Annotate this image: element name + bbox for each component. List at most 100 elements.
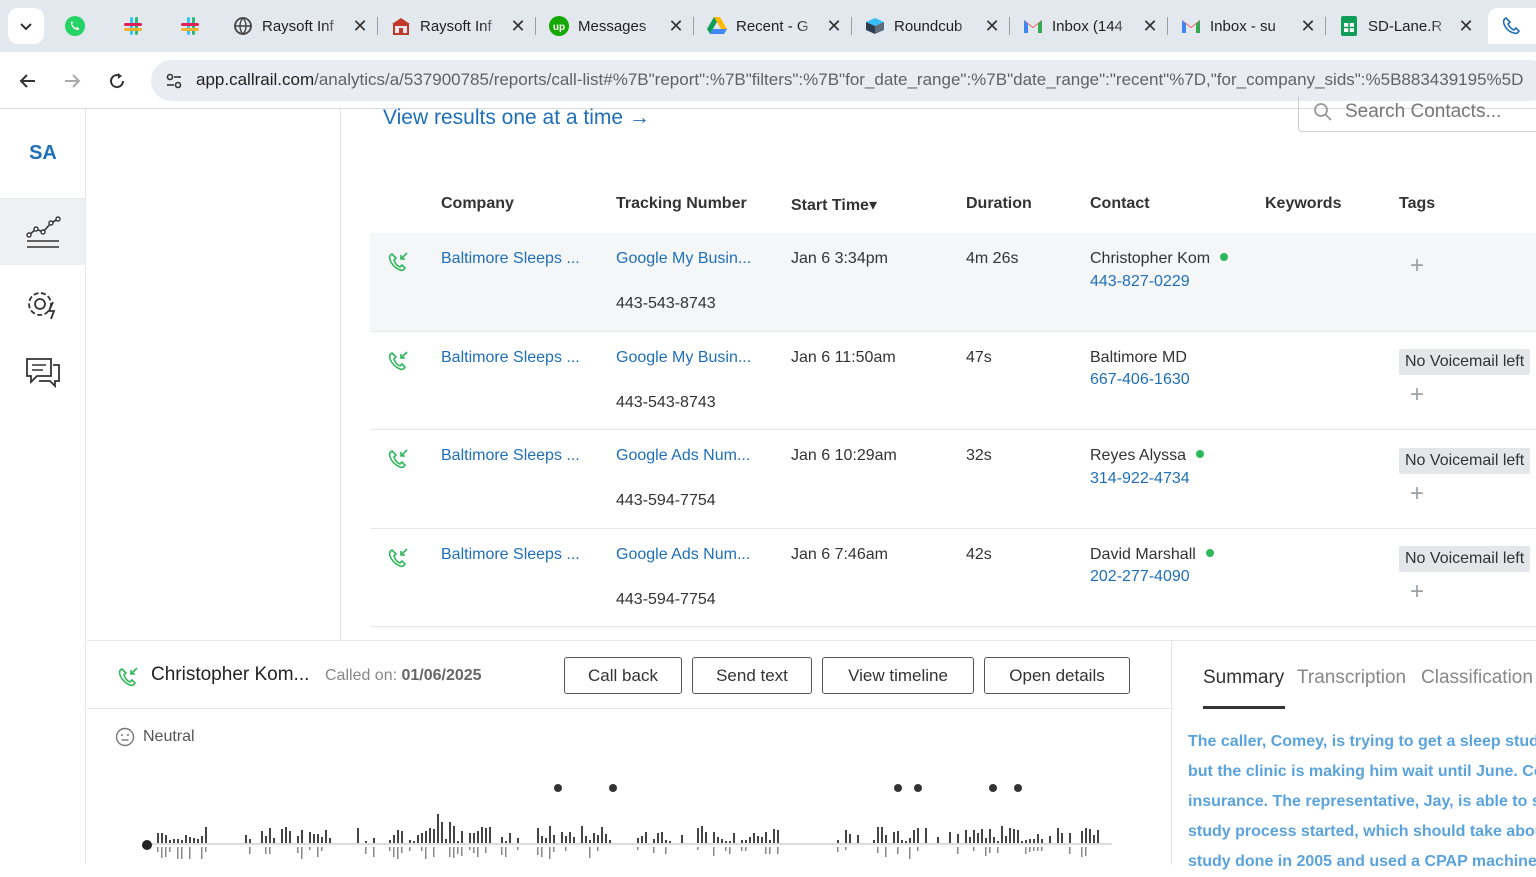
add-tag-button[interactable]: + bbox=[1410, 383, 1424, 407]
contact-name[interactable]: Baltimore MD bbox=[1090, 349, 1187, 367]
table-row[interactable]: Baltimore Sleeps ... Google My Busin... … bbox=[370, 233, 1536, 332]
waveform-bar bbox=[777, 830, 779, 843]
pinned-tab-slack-1[interactable] bbox=[120, 13, 146, 39]
contact-phone-link[interactable]: 443-827-0229 bbox=[1090, 273, 1190, 291]
tab-roundcube[interactable]: Roundcub ✕ bbox=[852, 8, 1008, 44]
tracking-source-link[interactable]: Google My Busin... bbox=[616, 349, 751, 367]
close-icon[interactable]: ✕ bbox=[350, 16, 370, 36]
tab-classification[interactable]: Classification bbox=[1421, 667, 1533, 689]
waveform-bar-secondary bbox=[1037, 847, 1039, 851]
waveform-bar-secondary bbox=[421, 847, 423, 851]
waveform-bar-secondary bbox=[653, 847, 655, 853]
tab-gmail-1[interactable]: Inbox (144 ✕ bbox=[1010, 8, 1166, 44]
tracking-source-link[interactable]: Google My Busin... bbox=[616, 250, 751, 268]
column-header-contact[interactable]: Contact bbox=[1090, 195, 1150, 213]
waveform-bar bbox=[1029, 839, 1031, 843]
url-text[interactable]: app.callrail.com/analytics/a/537900785/r… bbox=[196, 70, 1523, 90]
company-link[interactable]: Baltimore Sleeps ... bbox=[441, 447, 580, 465]
waveform-bar bbox=[669, 841, 671, 843]
contact-name[interactable]: Reyes Alyssa bbox=[1090, 447, 1205, 465]
back-button[interactable] bbox=[11, 64, 45, 98]
waveform-marker[interactable] bbox=[554, 784, 562, 792]
waveform-marker[interactable] bbox=[894, 784, 902, 792]
add-tag-button[interactable]: + bbox=[1410, 580, 1424, 604]
sidebar-item-settings[interactable] bbox=[0, 271, 85, 337]
column-header-company[interactable]: Company bbox=[441, 195, 514, 213]
table-row[interactable]: Baltimore Sleeps ... Google Ads Num... 4… bbox=[370, 430, 1536, 529]
waveform-bar bbox=[741, 840, 743, 843]
playhead-handle[interactable] bbox=[142, 840, 152, 850]
site-info-icon[interactable] bbox=[161, 68, 187, 94]
call-back-button[interactable]: Call back bbox=[564, 657, 682, 694]
contact-phone-link[interactable]: 202-277-4090 bbox=[1090, 568, 1190, 586]
waveform-marker[interactable] bbox=[609, 784, 617, 792]
open-details-button[interactable]: Open details bbox=[984, 657, 1130, 694]
contact-name[interactable]: Christopher Kom bbox=[1090, 250, 1229, 268]
table-row[interactable]: Baltimore Sleeps ... Google Ads Num... 4… bbox=[370, 529, 1536, 627]
tab-google-drive[interactable]: Recent - G ✕ bbox=[694, 8, 850, 44]
company-link[interactable]: Baltimore Sleeps ... bbox=[441, 349, 580, 367]
waveform-marker[interactable] bbox=[1014, 784, 1022, 792]
add-tag-button[interactable]: + bbox=[1410, 254, 1424, 278]
tab-summary[interactable]: Summary bbox=[1203, 667, 1284, 689]
column-header-duration[interactable]: Duration bbox=[966, 195, 1032, 213]
column-header-tags[interactable]: Tags bbox=[1399, 195, 1435, 213]
contact-phone-link[interactable]: 667-406-1630 bbox=[1090, 371, 1190, 389]
contact-phone-link[interactable]: 314-922-4734 bbox=[1090, 470, 1190, 488]
tag-pill[interactable]: No Voicemail left bbox=[1399, 349, 1531, 375]
close-icon[interactable]: ✕ bbox=[508, 16, 528, 36]
tab-search-button[interactable] bbox=[8, 8, 44, 44]
tab-callrail-active[interactable] bbox=[1488, 8, 1536, 44]
table-row[interactable]: Baltimore Sleeps ... Google My Busin... … bbox=[370, 332, 1536, 430]
tab-google-sheets[interactable]: SD-Lane.R ✕ bbox=[1326, 8, 1482, 44]
waveform-bar bbox=[609, 840, 611, 843]
reload-button[interactable] bbox=[100, 64, 134, 98]
tab-raysoft-2[interactable]: Raysoft Inf ✕ bbox=[378, 8, 534, 44]
address-bar[interactable]: app.callrail.com/analytics/a/537900785/r… bbox=[151, 60, 1536, 101]
waveform-bar bbox=[717, 837, 719, 843]
view-timeline-button[interactable]: View timeline bbox=[822, 657, 974, 694]
tab-title: Roundcub bbox=[894, 17, 963, 35]
close-icon[interactable]: ✕ bbox=[1140, 16, 1160, 36]
tab-messages[interactable]: up Messages ✕ bbox=[536, 8, 692, 44]
waveform-marker[interactable] bbox=[989, 784, 997, 792]
close-icon[interactable]: ✕ bbox=[824, 16, 844, 36]
close-icon[interactable]: ✕ bbox=[982, 16, 1002, 36]
column-header-keywords[interactable]: Keywords bbox=[1265, 195, 1341, 213]
upwork-icon: up bbox=[548, 15, 570, 37]
tracking-source-link[interactable]: Google Ads Num... bbox=[616, 447, 750, 465]
duration: 47s bbox=[966, 349, 992, 366]
close-icon[interactable]: ✕ bbox=[1298, 16, 1318, 36]
add-tag-button[interactable]: + bbox=[1410, 482, 1424, 506]
company-link[interactable]: Baltimore Sleeps ... bbox=[441, 546, 580, 564]
tag-pill[interactable]: No Voicemail left bbox=[1399, 448, 1531, 474]
analytics-icon bbox=[25, 216, 61, 248]
column-header-tracking-number[interactable]: Tracking Number bbox=[616, 195, 747, 213]
pinned-tab-whatsapp[interactable] bbox=[62, 13, 88, 39]
column-header-start-time[interactable]: Start Time▾ bbox=[791, 195, 877, 215]
account-logo[interactable]: SA bbox=[0, 109, 86, 199]
close-icon[interactable]: ✕ bbox=[666, 16, 686, 36]
tab-title: Messages bbox=[578, 17, 647, 35]
audio-waveform[interactable] bbox=[137, 779, 1117, 869]
waveform-bar-secondary bbox=[461, 847, 463, 856]
contact-name[interactable]: David Marshall bbox=[1090, 546, 1214, 564]
send-text-button[interactable]: Send text bbox=[692, 657, 812, 694]
view-results-one-at-a-time-link[interactable]: View results one at a time → bbox=[383, 106, 650, 130]
sidebar-item-conversations[interactable] bbox=[0, 339, 85, 405]
waveform-marker[interactable] bbox=[914, 784, 922, 792]
company-link[interactable]: Baltimore Sleeps ... bbox=[441, 250, 580, 268]
waveform-bar-secondary bbox=[269, 847, 271, 854]
tab-transcription[interactable]: Transcription bbox=[1297, 667, 1406, 689]
tracking-source-link[interactable]: Google Ads Num... bbox=[616, 546, 750, 564]
sidebar-item-analytics[interactable] bbox=[0, 199, 85, 265]
close-icon[interactable]: ✕ bbox=[1456, 16, 1476, 36]
waveform-bar bbox=[553, 835, 555, 843]
waveform-bar bbox=[449, 822, 451, 843]
pinned-tab-slack-2[interactable] bbox=[177, 13, 203, 39]
search-contacts-input[interactable]: Search Contacts... bbox=[1298, 96, 1536, 132]
forward-button[interactable] bbox=[55, 64, 89, 98]
tab-gmail-2[interactable]: Inbox - su ✕ bbox=[1168, 8, 1324, 44]
tag-pill[interactable]: No Voicemail left bbox=[1399, 546, 1531, 572]
tab-raysoft-1[interactable]: Raysoft Inf ✕ bbox=[220, 8, 376, 44]
